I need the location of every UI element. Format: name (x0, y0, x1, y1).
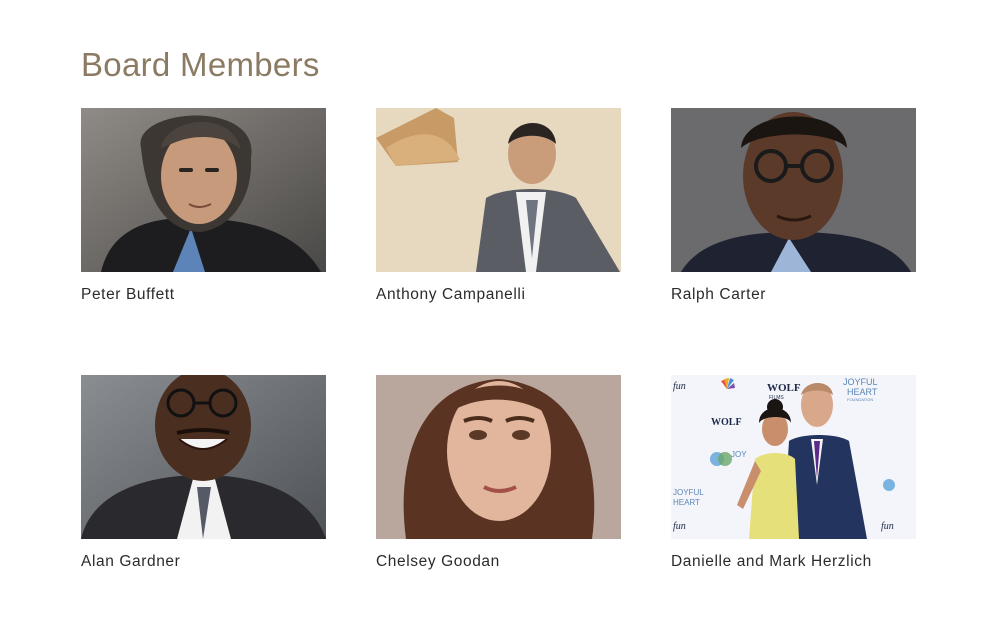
backdrop-logo-fun-3: fun (881, 521, 894, 532)
backdrop-logo-heart-2: HEART (673, 498, 700, 507)
member-name-chelsey-goodan[interactable]: Chelsey Goodan (376, 552, 621, 572)
member-card-anthony-campanelli[interactable]: Anthony Campanelli (376, 108, 621, 375)
backdrop-logo-foundation: FOUNDATION (847, 397, 873, 402)
member-photo-anthony-campanelli[interactable] (376, 108, 621, 272)
member-photo-peter-buffett[interactable] (81, 108, 326, 272)
backdrop-logo-wolf: WOLF (767, 382, 801, 394)
member-card-peter-buffett[interactable]: Peter Buffett (81, 108, 326, 375)
backdrop-logo-fun-2: fun (673, 521, 686, 532)
member-card-alan-gardner[interactable]: Alan Gardner (81, 375, 326, 642)
backdrop-logo-joyful-2: JOYFUL (673, 488, 704, 497)
member-card-danielle-mark-herzlich[interactable]: WOLF FILMS JOYFUL HEART FOUNDATION fun W… (671, 375, 916, 642)
member-photo-chelsey-goodan[interactable] (376, 375, 621, 539)
member-name-peter-buffett[interactable]: Peter Buffett (81, 285, 326, 305)
member-name-ralph-carter[interactable]: Ralph Carter (671, 285, 916, 305)
member-photo-danielle-mark-herzlich[interactable]: WOLF FILMS JOYFUL HEART FOUNDATION fun W… (671, 375, 916, 539)
backdrop-logo-fun: fun (673, 381, 686, 392)
backdrop-logo-joyful: JOYFUL (843, 377, 878, 387)
member-photo-alan-gardner[interactable] (81, 375, 326, 539)
member-name-alan-gardner[interactable]: Alan Gardner (81, 552, 326, 572)
member-name-anthony-campanelli[interactable]: Anthony Campanelli (376, 285, 621, 305)
backdrop-logo-heart: HEART (847, 387, 878, 397)
member-name-danielle-mark-herzlich[interactable]: Danielle and Mark Herzlich (671, 552, 916, 572)
board-members-grid: Peter Buffett Anthony Campanelli Ralph C… (81, 108, 917, 642)
member-card-chelsey-goodan[interactable]: Chelsey Goodan (376, 375, 621, 642)
member-card-ralph-carter[interactable]: Ralph Carter (671, 108, 916, 375)
backdrop-logo-wolf-2: WOLF (711, 417, 742, 428)
section-title: Board Members (81, 46, 320, 83)
member-photo-ralph-carter[interactable] (671, 108, 916, 272)
backdrop-logo-joy: JOY (731, 450, 747, 459)
